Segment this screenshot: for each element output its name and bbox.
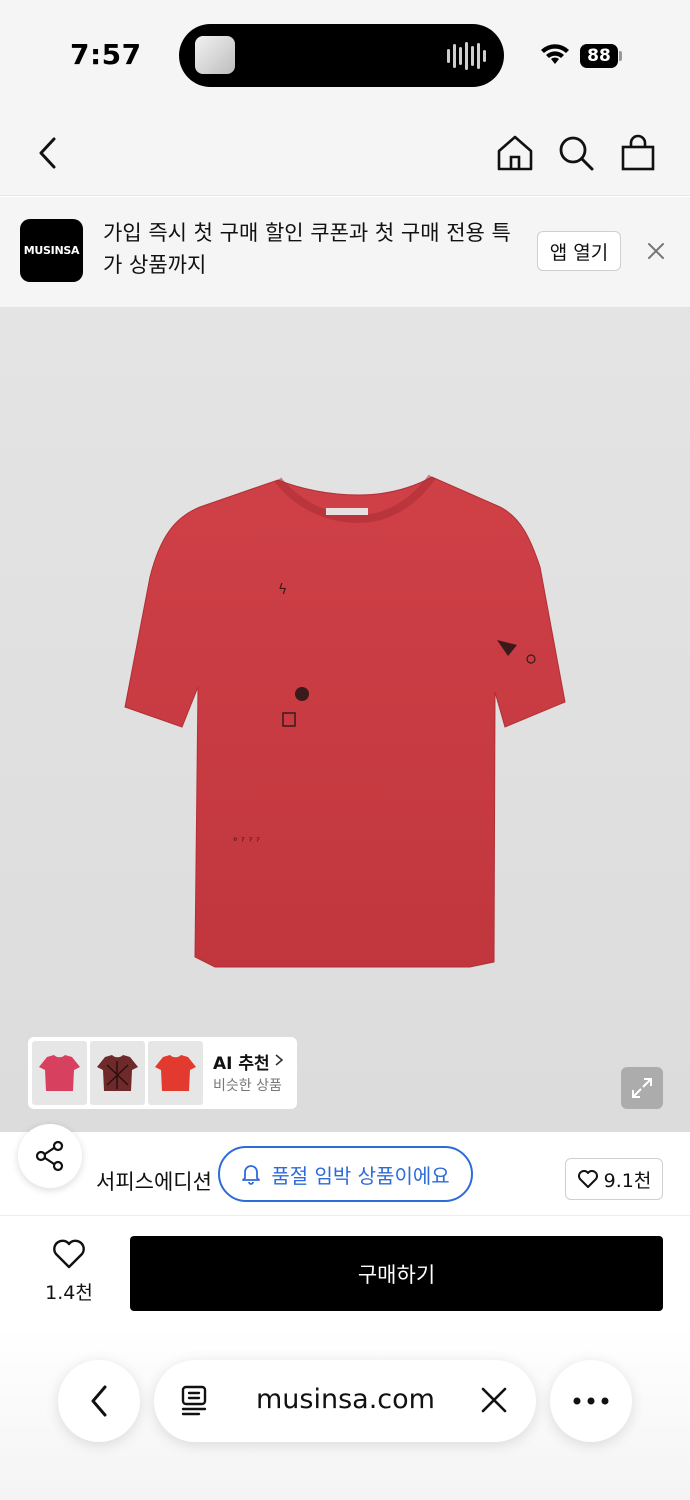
browser-toolbar: musinsa.com: [0, 1326, 690, 1500]
wifi-icon: [541, 44, 569, 64]
svg-text:ϟ: ϟ: [278, 582, 287, 598]
dynamic-island[interactable]: [179, 24, 504, 87]
shopping-bag-icon: [621, 134, 655, 171]
address-bar[interactable]: musinsa.com: [154, 1360, 536, 1442]
product-info-row: 서피스에디션 품절 임박 상품이에요 9.1천: [0, 1124, 690, 1216]
close-icon: [648, 243, 664, 259]
more-icon: [573, 1397, 609, 1405]
ai-thumbnail-red-tshirt[interactable]: [148, 1041, 203, 1105]
ai-thumbnail-brown-print-tshirt[interactable]: [90, 1041, 145, 1105]
soldout-notice-pill[interactable]: 품절 임박 상품이에요: [218, 1146, 473, 1202]
top-nav-bar: [0, 110, 690, 196]
banner-message: 가입 즉시 첫 구매 할인 쿠폰과 첫 구매 전용 특가 상품까지: [103, 221, 511, 277]
buy-button[interactable]: 구매하기: [130, 1236, 663, 1311]
more-button[interactable]: [550, 1360, 632, 1442]
wishlist-button[interactable]: 1.4천: [28, 1238, 110, 1305]
ai-recommendation-subtitle: 비슷한 상품: [213, 1078, 282, 1094]
share-icon: [35, 1140, 64, 1172]
home-icon: [497, 135, 533, 171]
app-install-banner: MUSINSA 가입 즉시 첫 구매 할인 쿠폰과 첫 구매 전용 특가 상품까…: [0, 197, 690, 307]
like-button[interactable]: 9.1천: [565, 1158, 663, 1200]
soldout-notice-text: 품절 임박 상품이에요: [271, 1163, 450, 1188]
banner-close-button[interactable]: [641, 236, 671, 266]
status-time: 7:57: [70, 38, 142, 71]
heart-icon: [577, 1170, 598, 1188]
open-app-button[interactable]: 앱 열기: [537, 231, 621, 271]
product-tshirt-image: ϟ ᐤ ˀ ˀ ˀ: [124, 474, 566, 968]
audio-wave-icon: [447, 42, 486, 70]
expand-image-button[interactable]: [621, 1067, 663, 1109]
close-icon[interactable]: [480, 1386, 508, 1414]
purchase-bar: 1.4천 구매하기: [0, 1216, 690, 1326]
url-text: musinsa.com: [256, 1384, 435, 1415]
back-button[interactable]: [23, 128, 73, 178]
heart-icon: [53, 1239, 85, 1269]
chevron-right-icon: [275, 1054, 284, 1066]
browser-back-button[interactable]: [58, 1360, 140, 1442]
search-button[interactable]: [551, 128, 601, 178]
share-button[interactable]: [18, 1124, 82, 1188]
ai-recommendation-card[interactable]: AI 추천 비슷한 상품: [28, 1037, 297, 1109]
now-playing-thumbnail: [195, 36, 235, 74]
home-button[interactable]: [490, 128, 540, 178]
reader-icon: [181, 1385, 207, 1416]
search-icon: [559, 136, 594, 171]
status-bar: 7:57 88: [0, 0, 690, 110]
chevron-left-icon: [91, 1385, 107, 1417]
musinsa-logo: MUSINSA: [20, 219, 83, 282]
expand-icon: [632, 1078, 652, 1098]
brand-name[interactable]: 서피스에디션: [96, 1166, 212, 1196]
wishlist-count: 1.4천: [45, 1282, 93, 1304]
cart-button[interactable]: [613, 128, 663, 178]
product-image-area[interactable]: ϟ ᐤ ˀ ˀ ˀ AI 추천 비슷한 상품: [0, 307, 690, 1132]
chevron-left-icon: [39, 137, 56, 169]
ai-thumbnail-pink-tshirt[interactable]: [32, 1041, 87, 1105]
bell-icon: [242, 1165, 261, 1185]
like-count: 9.1천: [603, 1169, 652, 1192]
battery-indicator: 88: [580, 44, 618, 68]
svg-text:ᐤ ˀ ˀ ˀ: ᐤ ˀ ˀ ˀ: [233, 835, 260, 848]
ai-recommendation-title: AI 추천: [213, 1054, 270, 1074]
battery-tip: [619, 51, 622, 61]
